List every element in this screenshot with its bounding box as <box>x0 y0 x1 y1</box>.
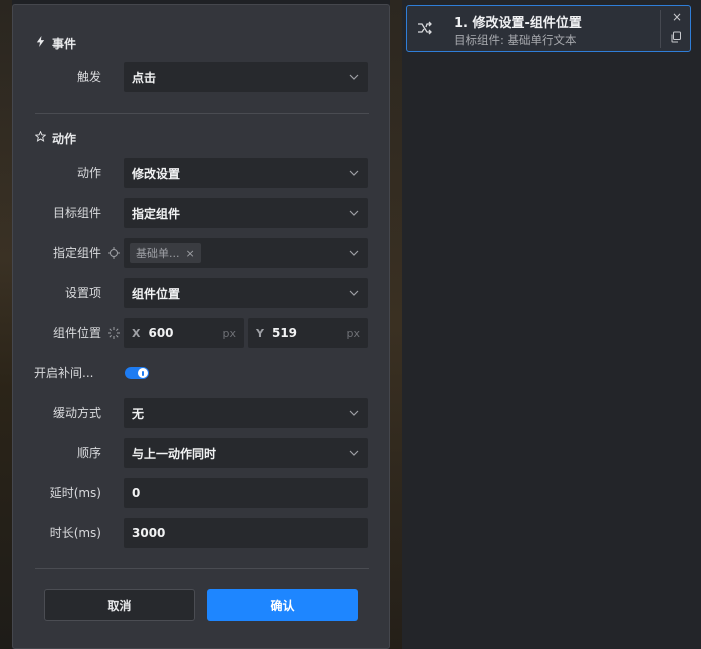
order-label: 顺序 <box>76 446 101 460</box>
component-tag-label: 基础单... <box>136 247 180 260</box>
x-prefix: X <box>132 326 141 340</box>
tween-toggle[interactable] <box>125 367 149 379</box>
order-value: 与上一动作同时 <box>132 446 217 461</box>
action-card-title: 1. 修改设置-组件位置 <box>454 16 582 31</box>
confirm-button[interactable]: 确认 <box>207 589 358 621</box>
lightning-icon <box>35 36 46 50</box>
delay-label: 延时(ms) <box>49 486 101 500</box>
x-unit: px <box>222 326 237 340</box>
easing-value: 无 <box>132 406 145 421</box>
card-separator <box>660 10 661 48</box>
action-section-title: 动作 <box>34 130 77 146</box>
action-section-label: 动作 <box>52 131 77 146</box>
target-icon[interactable] <box>108 327 120 339</box>
toggle-knob <box>138 368 148 378</box>
setting-item-value: 组件位置 <box>132 286 181 301</box>
section-divider <box>35 113 369 114</box>
target-select[interactable]: 指定组件 <box>124 198 368 228</box>
action-select[interactable]: 修改设置 <box>124 158 368 188</box>
footer-divider <box>35 568 369 569</box>
chevron-down-icon <box>348 407 360 419</box>
action-list-background <box>402 0 701 649</box>
target-value: 指定组件 <box>132 206 181 221</box>
action-card-subtitle: 目标组件: 基础单行文本 <box>454 33 577 47</box>
copy-icon[interactable] <box>670 31 682 43</box>
y-prefix: Y <box>256 326 264 340</box>
specified-label: 指定组件 <box>52 246 101 260</box>
interaction-settings-panel: 事件 触发 点击 动作 动作 修改设置 目标组件 指定组件 指定组件 基础单..… <box>12 4 390 649</box>
crosshair-icon[interactable] <box>108 247 120 259</box>
tween-label: 开启补间... <box>34 366 94 380</box>
tag-close-icon[interactable]: × <box>186 247 195 260</box>
chevron-down-icon <box>348 71 360 83</box>
y-value: 519 <box>271 326 298 340</box>
setting-item-select[interactable]: 组件位置 <box>124 278 368 308</box>
duration-input[interactable]: 3000 <box>124 518 368 548</box>
chevron-down-icon <box>348 447 360 459</box>
cancel-button[interactable]: 取消 <box>44 589 195 621</box>
chevron-down-icon <box>348 247 360 259</box>
trigger-select[interactable]: 点击 <box>124 62 368 92</box>
specified-component-select[interactable]: 基础单... × <box>124 238 368 268</box>
x-value: 600 <box>148 326 174 340</box>
setting-item-label: 设置项 <box>64 286 101 300</box>
event-section-label: 事件 <box>52 36 77 51</box>
duration-value: 3000 <box>132 526 166 540</box>
chevron-down-icon <box>348 207 360 219</box>
event-section-title: 事件 <box>35 35 76 51</box>
chevron-down-icon <box>348 287 360 299</box>
delay-value: 0 <box>132 486 141 500</box>
chevron-down-icon <box>348 167 360 179</box>
canvas-background-left <box>0 0 12 649</box>
specified-tags: 基础单... × <box>130 243 348 263</box>
action-value: 修改设置 <box>132 166 181 181</box>
delay-input[interactable]: 0 <box>124 478 368 508</box>
trigger-value: 点击 <box>132 70 157 85</box>
canvas-background-middle <box>390 0 402 649</box>
position-y-input[interactable]: Y 519 px <box>248 318 368 348</box>
position-label: 组件位置 <box>52 326 101 340</box>
action-list-item[interactable]: 1. 修改设置-组件位置 目标组件: 基础单行文本 × <box>406 5 691 52</box>
component-tag: 基础单... × <box>130 243 201 263</box>
star-icon <box>34 130 47 145</box>
y-unit: px <box>346 326 361 340</box>
order-select[interactable]: 与上一动作同时 <box>124 438 368 468</box>
duration-label: 时长(ms) <box>49 526 101 540</box>
target-label: 目标组件 <box>52 206 101 220</box>
action-label: 动作 <box>76 166 101 180</box>
position-x-input[interactable]: X 600 px <box>124 318 244 348</box>
shuffle-icon <box>417 20 433 36</box>
easing-select[interactable]: 无 <box>124 398 368 428</box>
trigger-label: 触发 <box>76 70 101 84</box>
easing-label: 缓动方式 <box>52 406 101 420</box>
close-icon[interactable]: × <box>671 11 683 23</box>
